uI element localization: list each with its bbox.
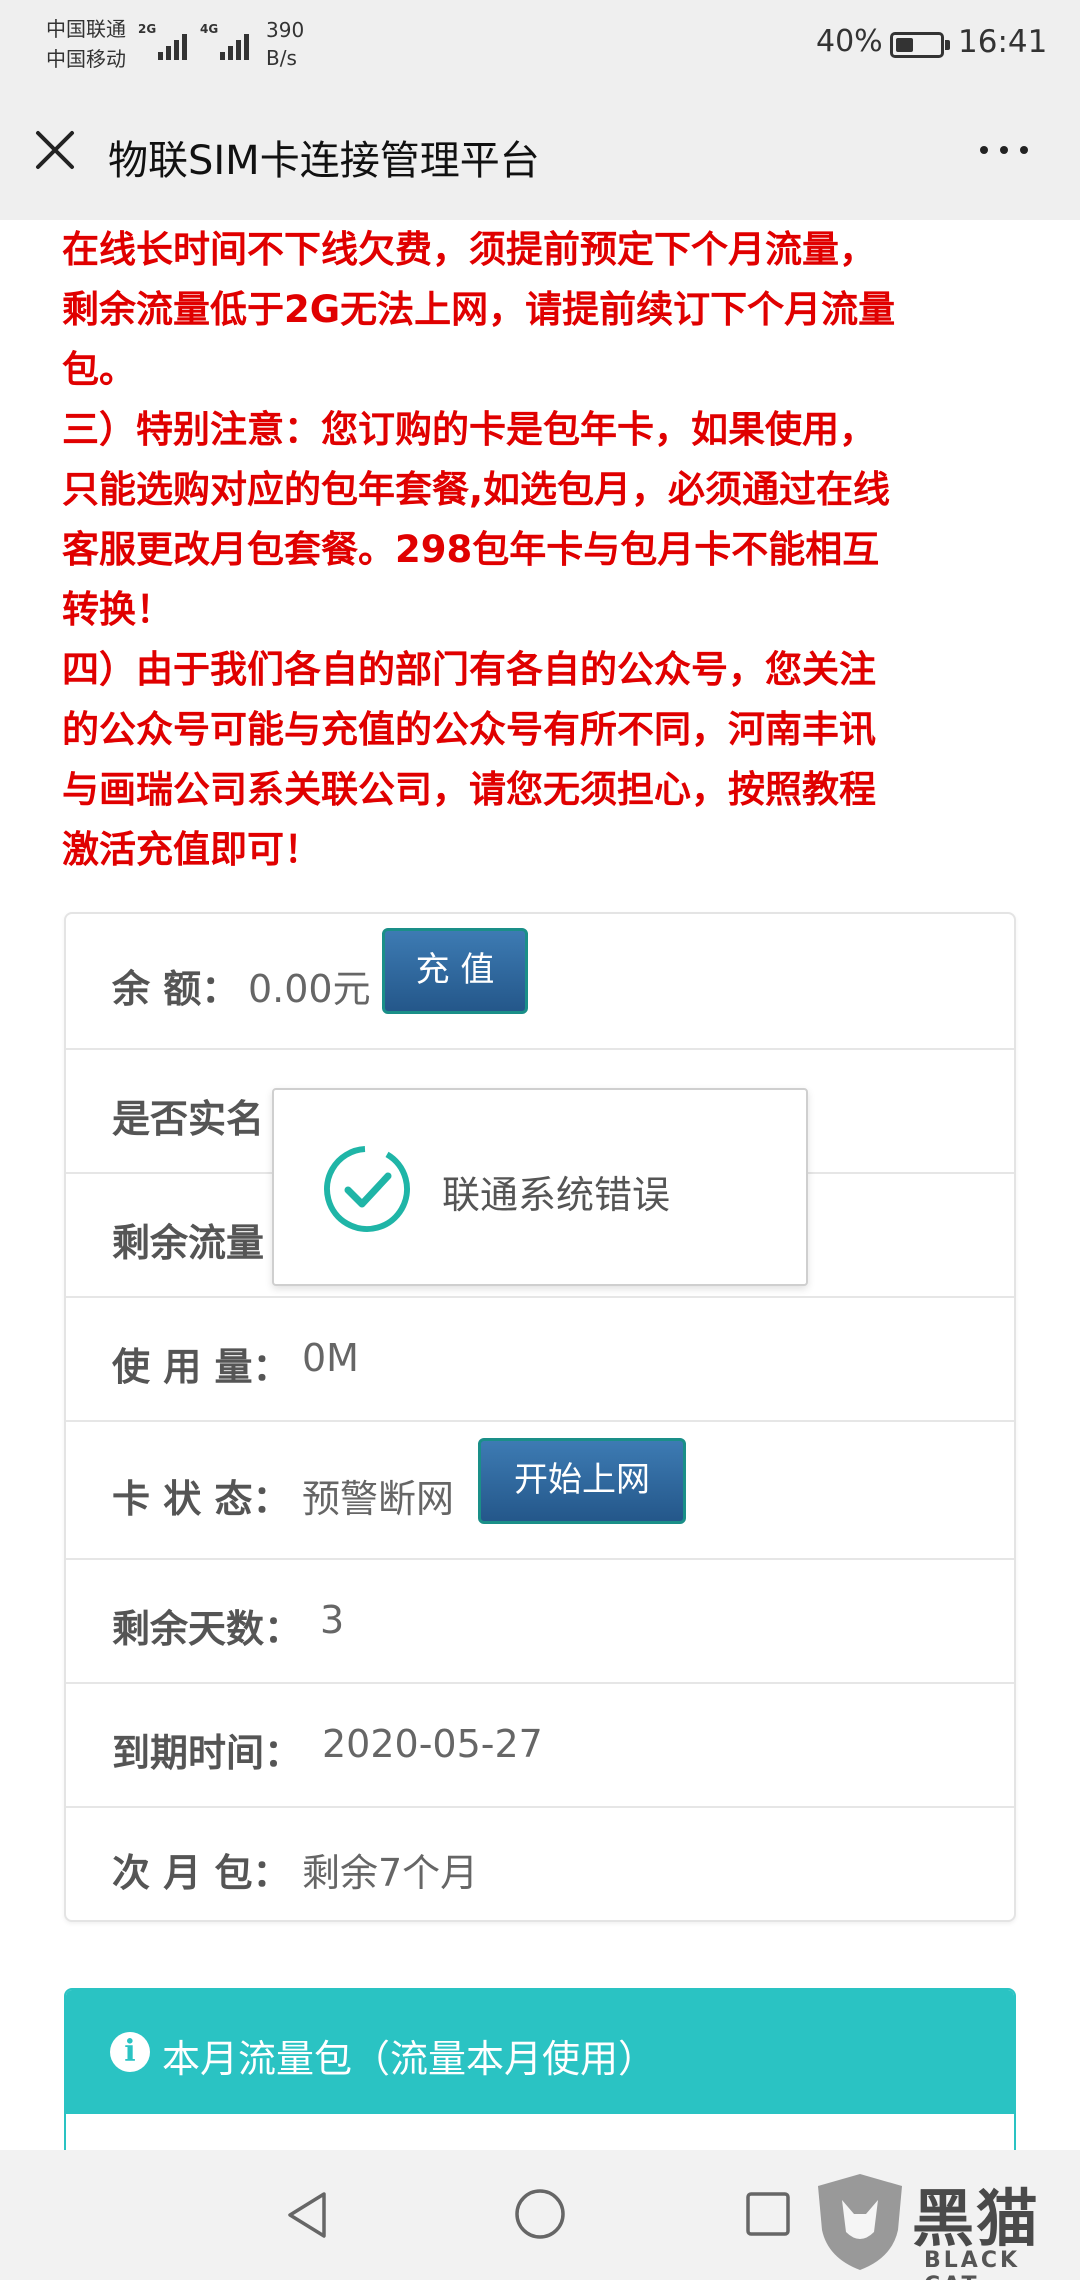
- start-internet-button[interactable]: 开始上网: [478, 1438, 686, 1524]
- page-content: 在线长时间不下线欠费，须提前预定下个月流量， 剩余流量低于2G无法上网，请提前续…: [0, 220, 1080, 2150]
- signal-2-type: 4G: [200, 22, 219, 36]
- usage-label: 使 用 量：: [112, 1345, 291, 1389]
- cat-shield-logo: [818, 2174, 902, 2270]
- clock: 16:41: [958, 24, 1048, 60]
- battery-fill: [896, 38, 913, 52]
- signal-1-type: 2G: [138, 22, 157, 36]
- next-package-value: 剩余7个月: [302, 1851, 479, 1895]
- balance-row: 余 额： 0.00元 充 值: [66, 914, 1014, 1050]
- expiry-row: 到期时间： 2020-05-27: [66, 1684, 1014, 1808]
- battery-percent: 40%: [816, 24, 883, 59]
- notice-line: 在线长时间不下线欠费，须提前预定下个月流量，: [62, 228, 876, 271]
- expiry-value: 2020-05-27: [322, 1722, 543, 1766]
- close-icon[interactable]: [30, 125, 80, 175]
- card-info-panel: 余 额： 0.00元 充 值 是否实名 剩余流量 使 用 量： 0M 卡 状 态…: [64, 912, 1016, 1922]
- card-status-label: 卡 状 态：: [112, 1477, 291, 1521]
- more-icon[interactable]: [974, 130, 1034, 170]
- speed-unit: B/s: [266, 46, 297, 70]
- speed-value: 390: [266, 18, 305, 42]
- nav-bar: 物联SIM卡连接管理平台: [0, 90, 1080, 220]
- status-bar: 中国联通 中国移动 2G 4G 390 B/s 40% 16:41: [0, 0, 1080, 90]
- watermark-name: 黑猫: [912, 2182, 1041, 2255]
- expiry-label: 到期时间：: [112, 1731, 303, 1775]
- info-icon: i: [110, 2032, 150, 2072]
- notice-text: 在线长时间不下线欠费，须提前预定下个月流量， 剩余流量低于2G无法上网，请提前续…: [62, 220, 1022, 880]
- toast-popup: 联通系统错误: [272, 1088, 808, 1286]
- notice-line: 包。: [62, 348, 136, 391]
- back-triangle-icon[interactable]: [282, 2188, 332, 2242]
- monthly-package-header[interactable]: i 本月流量包（流量本月使用）: [66, 1990, 1014, 2114]
- carrier-names: 中国联通 中国移动: [46, 14, 126, 74]
- recent-square-icon[interactable]: [744, 2190, 792, 2238]
- recharge-button[interactable]: 充 值: [382, 928, 528, 1014]
- page-title: 物联SIM卡连接管理平台: [108, 138, 540, 184]
- days-left-value: 3: [320, 1598, 345, 1642]
- next-package-row: 次 月 包： 剩余7个月: [66, 1808, 1014, 1920]
- card-status-row: 卡 状 态： 预警断网 开始上网: [66, 1422, 1014, 1560]
- notice-line: 只能选购对应的包年套餐,如选包月，必须通过在线: [62, 468, 891, 511]
- notice-line: 的公众号可能与充值的公众号有所不同，河南丰讯: [62, 708, 876, 751]
- notice-line: 客服更改月包套餐。298包年卡与包月卡不能相互: [62, 528, 880, 571]
- notice-line: 四）由于我们各自的部门有各自的公众号，您关注: [62, 648, 876, 691]
- check-circle-icon: [320, 1142, 414, 1236]
- days-left-row: 剩余天数： 3: [66, 1560, 1014, 1684]
- carrier-1: 中国联通: [46, 17, 126, 41]
- remaining-flow-label: 剩余流量: [112, 1221, 265, 1265]
- balance-label: 余 额：: [112, 967, 240, 1011]
- days-left-label: 剩余天数：: [112, 1607, 303, 1651]
- home-circle-icon[interactable]: [512, 2186, 568, 2242]
- card-status-value: 预警断网: [302, 1477, 455, 1521]
- notice-line: 剩余流量低于2G无法上网，请提前续订下个月流量: [62, 288, 896, 331]
- watermark-sub: BLACK CAT: [924, 2248, 1021, 2280]
- notice-line: 三）特别注意：您订购的卡是包年卡，如果使用，: [62, 408, 876, 451]
- battery-icon: [890, 32, 950, 58]
- balance-value: 0.00元: [248, 967, 371, 1011]
- network-speed: 390 B/s: [266, 16, 304, 72]
- monthly-package-title: 本月流量包（流量本月使用）: [162, 2037, 657, 2081]
- notice-line: 激活充值即可！: [62, 828, 321, 871]
- watermark: 黑猫 BLACK CAT: [812, 2166, 1080, 2280]
- monthly-package-section: i 本月流量包（流量本月使用）: [64, 1988, 1016, 2150]
- usage-row: 使 用 量： 0M: [66, 1298, 1014, 1422]
- notice-line: 转换！: [62, 588, 173, 631]
- toast-message: 联通系统错误: [442, 1173, 671, 1217]
- usage-value: 0M: [302, 1336, 359, 1380]
- carrier-2: 中国移动: [46, 47, 126, 71]
- notice-line: 与画瑞公司系关联公司，请您无须担心，按照教程: [62, 768, 876, 811]
- realname-label: 是否实名: [112, 1097, 265, 1141]
- next-package-label: 次 月 包：: [112, 1851, 291, 1895]
